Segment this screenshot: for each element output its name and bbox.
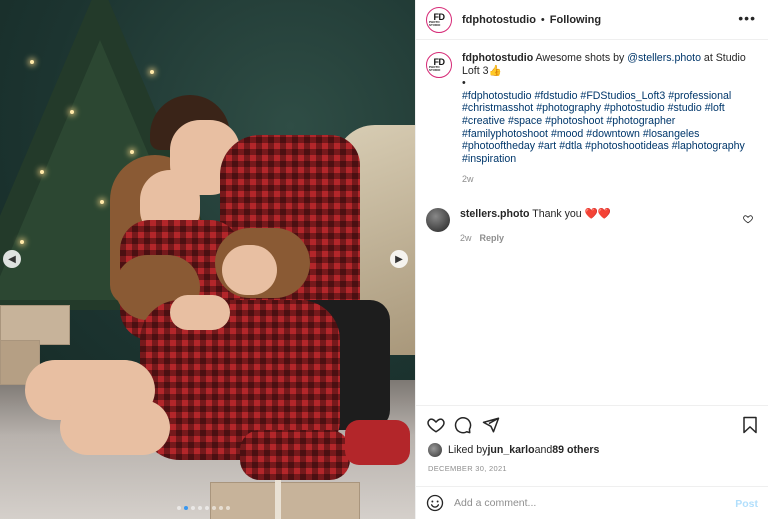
hashtag-link[interactable]: #studio <box>668 102 702 114</box>
hashtag-link[interactable]: #christmasshot <box>462 102 533 114</box>
tree-light <box>20 240 24 244</box>
caption-username[interactable]: fdphotostudio <box>462 52 533 64</box>
avatar[interactable] <box>426 208 450 232</box>
comment-body: stellers.photo Thank you ❤️❤️ 2w Reply <box>460 208 730 244</box>
following-button[interactable]: Following <box>550 14 601 26</box>
thumbs-up-emoji: 👍 <box>488 64 502 77</box>
caption-body: fdphotostudio Awesome shots by @stellers… <box>462 52 761 186</box>
avatar[interactable]: FD PHOTO STUDIO <box>426 52 452 78</box>
hashtag-link[interactable]: #space <box>508 115 542 127</box>
more-options-icon[interactable]: ••• <box>738 10 756 26</box>
hashtag-link[interactable]: #photoshoot <box>545 115 603 127</box>
avatar[interactable] <box>428 443 442 457</box>
comment-icon[interactable] <box>454 416 472 434</box>
hashtag-link[interactable]: #mood <box>551 128 583 140</box>
gift-box <box>210 482 360 519</box>
hashtag-link[interactable]: #photographer <box>606 115 675 127</box>
gift-box <box>0 305 70 345</box>
hashtag-link[interactable]: #photooftheday <box>462 140 535 152</box>
likes-and: and <box>534 444 553 456</box>
carousel-dot <box>191 506 195 510</box>
tree-light <box>40 170 44 174</box>
christmas-socks <box>345 420 410 465</box>
gift-ribbon <box>275 478 281 519</box>
chevron-left-icon[interactable]: ◀ <box>3 250 21 268</box>
comment-text: Thank you <box>529 208 585 220</box>
tree-light <box>30 60 34 64</box>
hashtag-link[interactable]: #fdphotostudio <box>462 90 532 102</box>
carousel-dot <box>177 506 181 510</box>
post-header: FD PHOTO STUDIO fdphotostudio • Followin… <box>416 0 768 40</box>
pajama-legs <box>240 430 350 480</box>
post-sidebar: FD PHOTO STUDIO fdphotostudio • Followin… <box>415 0 768 519</box>
carousel-dot <box>219 506 223 510</box>
hashtag-link[interactable]: #fdstudio <box>534 90 577 102</box>
hands <box>170 295 230 330</box>
hashtag-link[interactable]: #laphotography <box>672 140 745 152</box>
hashtag-link[interactable]: #inspiration <box>462 153 516 165</box>
child-face <box>222 245 277 295</box>
comment-meta: 2w Reply <box>460 232 730 244</box>
hashtag-link[interactable]: #professional <box>668 90 731 102</box>
post-button[interactable]: Post <box>735 498 758 510</box>
carousel-indicator <box>177 506 230 510</box>
caption-bullet: • <box>462 77 466 90</box>
hashtag-list: #fdphotostudio #fdstudio #FDStudios_Loft… <box>462 90 761 166</box>
hashtag-link[interactable]: #FDStudios_Loft3 <box>580 90 665 102</box>
heart-icon[interactable] <box>427 416 445 434</box>
carousel-dot <box>226 506 230 510</box>
heart-emoji: ❤️❤️ <box>584 208 612 220</box>
header-separator: • <box>540 13 545 26</box>
comment-input[interactable] <box>454 497 714 509</box>
caption-timestamp[interactable]: 2w <box>462 173 761 186</box>
avatar[interactable]: FD PHOTO STUDIO <box>426 6 452 33</box>
post-date[interactable]: DECEMBER 30, 2021 <box>428 464 507 473</box>
hashtag-link[interactable]: #photoshootideas <box>585 140 669 152</box>
hashtag-link[interactable]: #photography <box>536 102 601 114</box>
emoji-icon[interactable] <box>426 494 444 512</box>
hashtag-link[interactable]: #creative <box>462 115 505 127</box>
carousel-dot <box>198 506 202 510</box>
add-comment-bar: Post <box>416 486 768 519</box>
share-icon[interactable] <box>482 416 500 434</box>
reply-button[interactable]: Reply <box>480 233 505 243</box>
caption: FD PHOTO STUDIO fdphotostudio Awesome sh… <box>426 52 761 186</box>
tree-light <box>70 110 74 114</box>
tree-light <box>100 200 104 204</box>
heart-icon[interactable] <box>743 214 753 224</box>
hashtag-link[interactable]: #dtla <box>559 140 582 152</box>
comment-timestamp[interactable]: 2w <box>460 233 472 243</box>
hashtag-link[interactable]: #losangeles <box>643 128 700 140</box>
post-photo[interactable]: ◀ ▶ <box>0 0 415 519</box>
comment: stellers.photo Thank you ❤️❤️ 2w Reply <box>426 208 761 244</box>
tree-light <box>150 70 154 74</box>
comment-username[interactable]: stellers.photo <box>460 208 529 220</box>
hashtag-link[interactable]: #loft <box>705 102 725 114</box>
caption-text: Awesome shots by <box>533 52 628 64</box>
carousel-dot <box>205 506 209 510</box>
carousel-dot <box>212 506 216 510</box>
liker-username[interactable]: jun_karlo <box>487 444 534 456</box>
header-username[interactable]: fdphotostudio <box>462 14 536 26</box>
likes-prefix: Liked by <box>448 444 488 456</box>
hashtag-link[interactable]: #downtown <box>586 128 640 140</box>
brand-logo: FD PHOTO STUDIO <box>429 9 449 30</box>
chevron-right-icon[interactable]: ▶ <box>390 250 408 268</box>
likes-others-link[interactable]: 89 others <box>552 444 599 456</box>
caption-mention[interactable]: @stellers.photo <box>627 52 701 64</box>
hashtag-link[interactable]: #photostudio <box>604 102 665 114</box>
mother-legs <box>60 400 170 455</box>
bookmark-icon[interactable] <box>741 416 759 434</box>
brand-logo: FD PHOTO STUDIO <box>429 55 449 75</box>
tree-light <box>130 150 134 154</box>
carousel-dot <box>184 506 188 510</box>
hashtag-link[interactable]: #familyphotoshoot <box>462 128 548 140</box>
likes-summary: Liked by jun_karlo and 89 others <box>428 443 599 457</box>
post-dialog: ◀ ▶ FD PHOTO STUDIO fdphotostudio • Foll… <box>0 0 768 519</box>
hashtag-link[interactable]: #art <box>538 140 556 152</box>
action-bar <box>416 405 768 443</box>
